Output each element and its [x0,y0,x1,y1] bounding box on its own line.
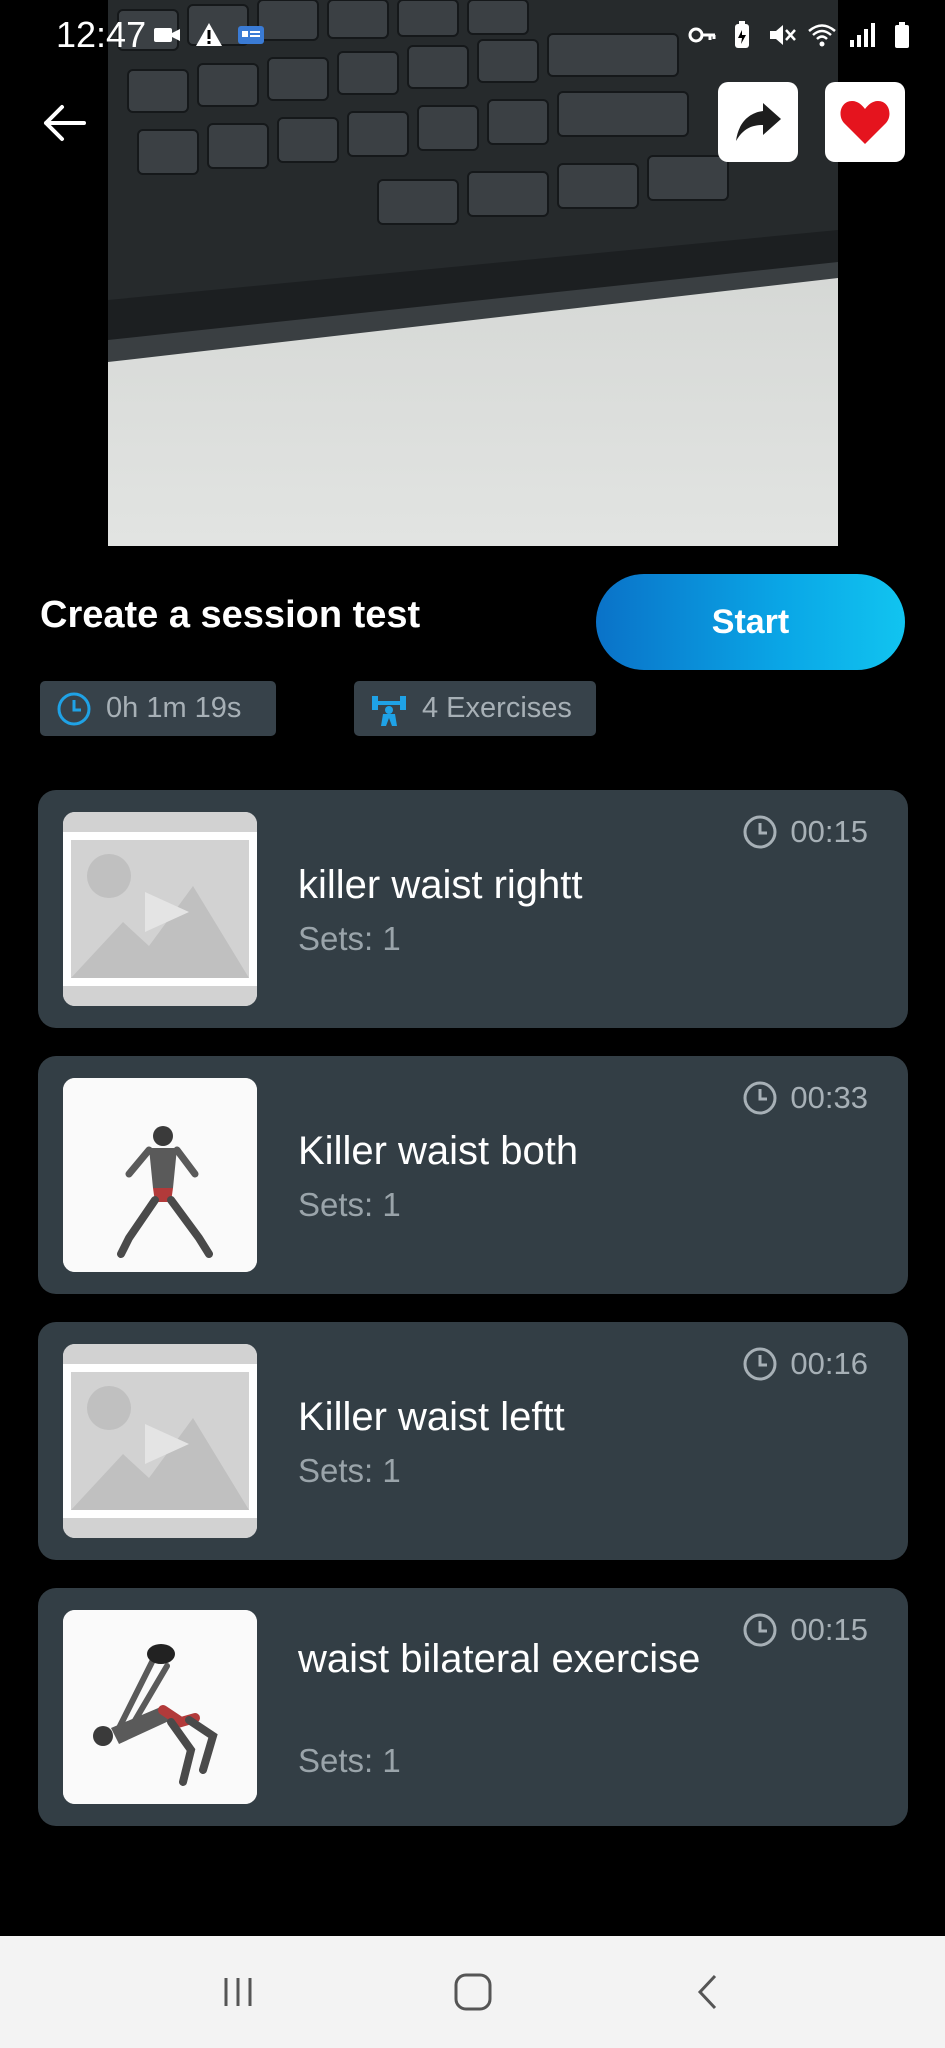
exercise-duration: 00:15 [790,1612,868,1647]
exercise-name: Killer waist both [298,1129,579,1173]
exercise-name: Killer waist leftt [298,1395,565,1439]
clock-icon [743,815,777,849]
favorite-button[interactable] [825,82,905,162]
exercise-duration: 00:15 [790,814,868,849]
share-button[interactable] [718,82,798,162]
exercise-duration: 00:33 [790,1080,868,1115]
exercise-sets: Sets: 1 [298,1452,401,1489]
battery-saver-icon [735,21,749,48]
battery-icon [895,22,909,48]
exercise-photo [63,1610,257,1804]
home-button[interactable] [433,1962,513,2022]
clock-icon [743,1347,777,1381]
exercise-duration: 00:16 [790,1346,868,1381]
signal-icon [850,23,875,47]
exercises-chip: 4 Exercises [354,681,596,736]
dumbbell-icon [372,695,406,726]
clock-icon [743,1613,777,1647]
message-icon [238,26,264,44]
session-title: Create a session test [40,594,421,636]
exercise-photo [63,1078,257,1272]
nav-back-button[interactable] [668,1962,748,2022]
exercise-name: killer waist rightt [298,863,583,907]
exercise-card[interactable]: 00:16 Killer waist leftt Sets: 1 [38,1322,908,1560]
status-bar: 12:47 [0,0,945,72]
clock-icon [743,1081,777,1115]
mute-icon [770,25,796,45]
exercise-card[interactable]: 00:15 waist bilateral exercise Sets: 1 [38,1588,908,1826]
back-icon [697,1974,716,2010]
warning-icon [196,23,222,46]
exercise-card[interactable]: 00:33 Killer waist both Sets: 1 [38,1056,908,1294]
recent-apps-icon [224,1978,251,2006]
heart-icon [840,101,890,144]
recent-apps-button[interactable] [198,1962,278,2022]
exercise-sets: Sets: 1 [298,920,401,957]
start-button[interactable]: Start [596,574,905,670]
home-icon [454,1973,491,2011]
exercise-thumbnail [63,1610,257,1804]
exercise-name: waist bilateral exercise [298,1637,701,1681]
wifi-icon [808,24,836,47]
exercise-thumbnail [63,812,257,1006]
exercise-thumbnail [63,1078,257,1272]
share-arrow-icon [736,103,781,141]
exercises-count: 4 Exercises [422,692,572,724]
duration-chip: 0h 1m 19s [40,681,276,736]
exercise-sets: Sets: 1 [298,1186,401,1223]
exercise-sets: Sets: 1 [298,1742,401,1779]
exercise-card[interactable]: 00:15 killer waist rightt Sets: 1 [38,790,908,1028]
back-button[interactable] [38,96,92,150]
placeholder-image-icon [63,1344,257,1538]
session-duration: 0h 1m 19s [106,692,242,724]
video-camera-icon [154,28,180,42]
key-icon [688,27,716,43]
system-nav-bar [0,1936,945,2048]
exercise-thumbnail [63,1344,257,1538]
placeholder-image-icon [63,812,257,1006]
status-time: 12:47 [56,14,147,55]
clock-icon [57,692,91,725]
